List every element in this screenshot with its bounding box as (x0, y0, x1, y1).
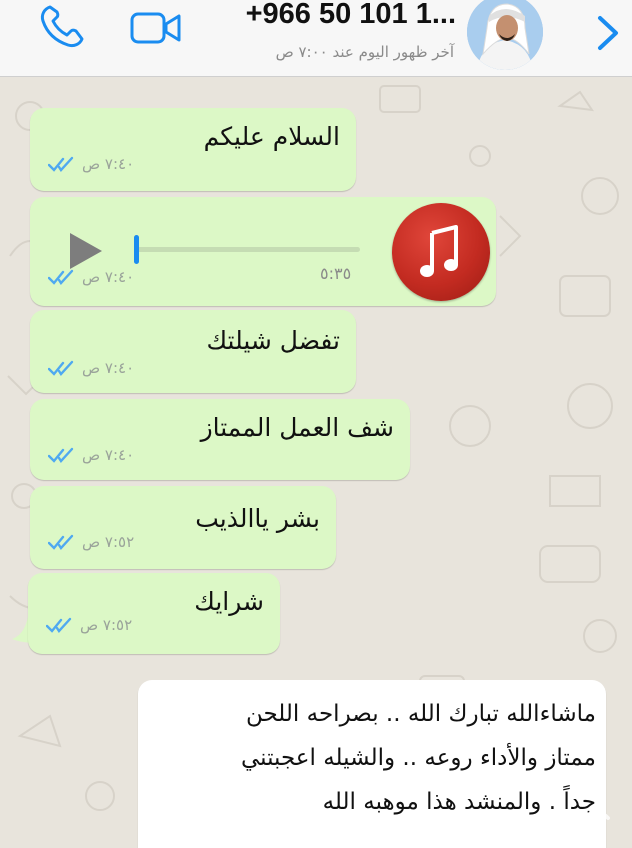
audio-progress-track[interactable] (134, 247, 360, 252)
message-text: تفضل شيلتك (206, 326, 340, 355)
message-text: شف العمل الممتاز (200, 413, 394, 442)
message-bubble[interactable]: شف العمل الممتاز ٧:٤٠ ص (30, 399, 410, 480)
message-time: ٧:٤٠ ص (82, 446, 135, 464)
video-camera-icon[interactable] (130, 10, 182, 46)
message-bubble[interactable]: شرايك ٧:٥٢ ص (28, 573, 280, 654)
message-meta: ٧:٤٠ ص (48, 154, 134, 174)
double-check-icon (46, 617, 72, 633)
watermark-logo (486, 810, 610, 834)
message-meta: ٧:٤٠ ص (48, 445, 134, 465)
audio-scrubber[interactable] (134, 235, 139, 264)
message-text: بشر ياالذيب (195, 504, 320, 533)
contact-name[interactable]: +966 50 101 1... (246, 0, 456, 31)
play-icon[interactable] (66, 231, 106, 271)
message-time: ٧:٥٢ ص (82, 533, 135, 551)
chat-screen: +966 50 101 1... آخر ظهور اليوم عند ٧:٠٠… (0, 0, 632, 848)
message-line: ممتاز والأداء روعه .. والشيله اعجبتني (240, 745, 596, 771)
double-check-icon (48, 534, 74, 550)
message-time: ٧:٤٠ ص (82, 155, 135, 173)
double-check-icon (48, 447, 74, 463)
message-time: ٧:٥٢ ص (80, 616, 133, 634)
message-time: ٧:٤٠ ص (82, 359, 135, 377)
double-check-icon (48, 269, 74, 285)
double-check-icon (48, 156, 74, 172)
message-bubble[interactable]: السلام عليكم ٧:٤٠ ص (30, 108, 356, 191)
message-text: شرايك (194, 587, 264, 616)
chevron-right-icon[interactable] (594, 10, 624, 56)
double-check-icon (48, 360, 74, 376)
message-meta: ٧:٥٢ ص (46, 615, 132, 635)
chat-header: +966 50 101 1... آخر ظهور اليوم عند ٧:٠٠… (0, 0, 632, 77)
message-text: السلام عليكم (203, 122, 340, 151)
message-meta: ٧:٤٠ ص (48, 358, 134, 378)
audio-duration: ٥:٣٥ (320, 264, 352, 283)
music-note-icon (392, 203, 490, 301)
message-meta: ٧:٥٢ ص (48, 532, 134, 552)
message-bubble[interactable]: بشر ياالذيب ٧:٥٢ ص (30, 486, 336, 569)
message-bubble[interactable]: تفضل شيلتك ٧:٤٠ ص (30, 310, 356, 393)
last-seen-status: آخر ظهور اليوم عند ٧:٠٠ ص (275, 43, 454, 61)
phone-icon[interactable] (36, 3, 86, 49)
message-line: ماشاءالله تبارك الله .. بصراحه اللحن (245, 701, 596, 727)
avatar[interactable] (467, 0, 543, 70)
